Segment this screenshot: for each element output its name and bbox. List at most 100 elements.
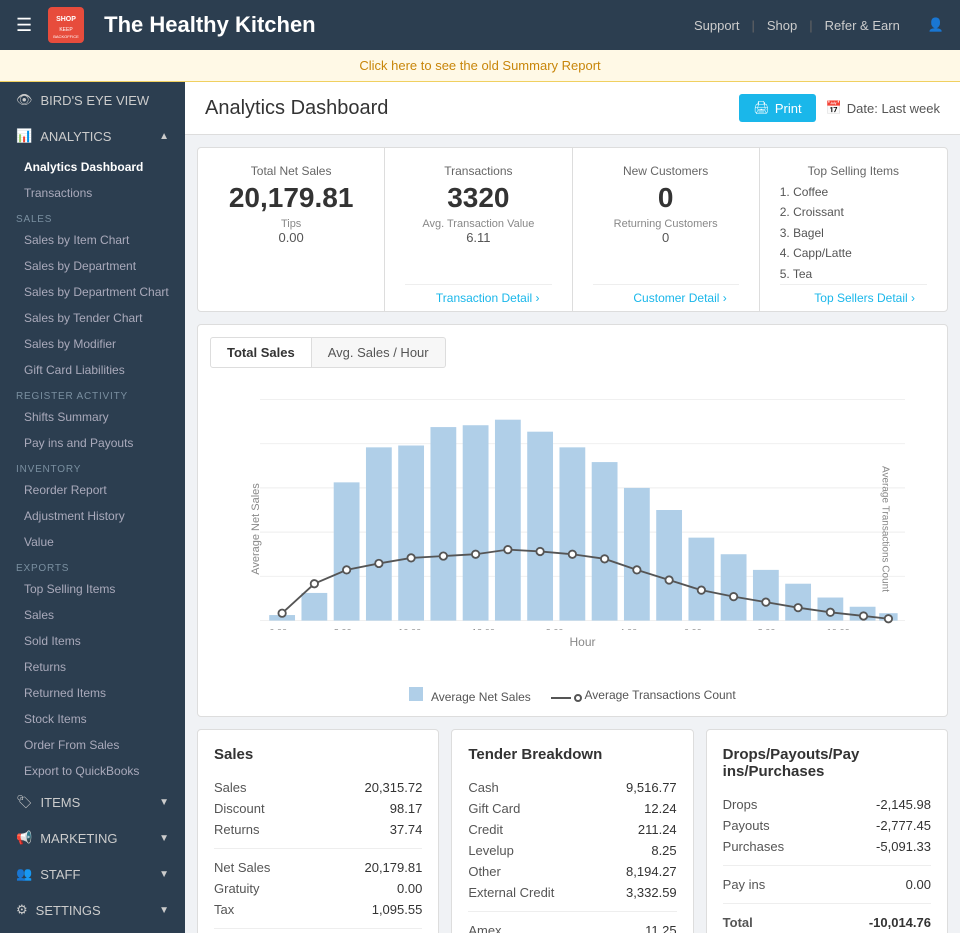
transaction-detail-link[interactable]: Transaction Detail › xyxy=(405,284,551,311)
stat-total-net-sales: Total Net Sales 20,179.81 Tips 0.00 xyxy=(198,148,385,311)
chevron-down-icon3: ▼ xyxy=(159,869,169,880)
transactions-label: Transactions xyxy=(405,164,551,178)
shopkeep-logo: SHOP KEEP BACKOFFICE xyxy=(48,7,84,43)
tips-label: Tips xyxy=(218,218,364,230)
support-link[interactable]: Support xyxy=(694,18,740,33)
sales-title: Sales xyxy=(214,746,422,763)
drops-pay-ins: Pay ins 0.00 xyxy=(723,874,931,895)
tips-value: 0.00 xyxy=(218,230,364,245)
sidebar-item-birds-eye[interactable]: 👁 BIRD'S EYE VIEW xyxy=(0,82,185,118)
sidebar-item-export-sold-items[interactable]: Sold Items xyxy=(0,628,185,654)
tab-total-sales[interactable]: Total Sales xyxy=(210,337,312,368)
svg-text:SHOP: SHOP xyxy=(56,16,76,23)
transactions-value: 3320 xyxy=(405,182,551,214)
svg-text:8:00 am: 8:00 am xyxy=(334,627,368,630)
sidebar-item-transactions[interactable]: Transactions xyxy=(0,180,185,206)
sales-row-net-sales: Net Sales 20,179.81 xyxy=(214,857,422,878)
sidebar-item-export-top-selling[interactable]: Top Selling Items xyxy=(0,576,185,602)
sidebar-item-sales-by-dept[interactable]: Sales by Department xyxy=(0,253,185,279)
sidebar-item-sales-by-modifier[interactable]: Sales by Modifier xyxy=(0,331,185,357)
refer-link[interactable]: Refer & Earn xyxy=(825,18,900,33)
sidebar-item-export-sales[interactable]: Sales xyxy=(0,602,185,628)
customer-detail-link[interactable]: Customer Detail › xyxy=(593,284,739,311)
top-seller-5: 5. Tea xyxy=(780,264,927,284)
sales-row-sales: Sales 20,315.72 xyxy=(214,777,422,798)
total-net-sales-value: 20,179.81 xyxy=(218,182,364,214)
sidebar-item-analytics[interactable]: 📊 ANALYTICS ▲ xyxy=(0,118,185,154)
sidebar-item-export-stock[interactable]: Stock Items xyxy=(0,706,185,732)
returning-customers-value: 0 xyxy=(593,230,739,245)
tender-credit: Credit 211.24 xyxy=(468,819,676,840)
legend-line-dot xyxy=(574,694,582,702)
top-seller-3: 3. Bagel xyxy=(780,223,927,243)
logo: SHOP KEEP BACKOFFICE xyxy=(48,7,84,43)
sidebar-item-settings[interactable]: ⚙ SETTINGS ▼ xyxy=(0,892,185,928)
sidebar-item-export-quickbooks[interactable]: Export to QuickBooks xyxy=(0,758,185,784)
top-seller-4: 4. Capp/Latte xyxy=(780,243,927,263)
tender-gift-card: Gift Card 12.24 xyxy=(468,798,676,819)
legend-bar-icon xyxy=(409,687,423,701)
top-sellers-list: 1. Coffee 2. Croissant 3. Bagel 4. Capp/… xyxy=(780,182,927,284)
sales-row-tax: Tax 1,095.55 xyxy=(214,899,422,920)
sidebar-item-export-order[interactable]: Order From Sales xyxy=(0,732,185,758)
y-axis-label-right: Average Transactions Count xyxy=(880,429,891,629)
new-customers-value: 0 xyxy=(593,182,739,214)
hamburger-icon[interactable]: ☰ xyxy=(16,15,32,36)
stats-row: Total Net Sales 20,179.81 Tips 0.00 Tran… xyxy=(197,147,948,312)
tender-title: Tender Breakdown xyxy=(468,746,676,763)
chevron-icon: ▲ xyxy=(159,131,169,142)
sidebar-item-payins-payouts[interactable]: Pay ins and Payouts xyxy=(0,430,185,456)
sidebar-item-items[interactable]: 🏷 ITEMS ▼ xyxy=(0,784,185,820)
svg-text:4:00 pm: 4:00 pm xyxy=(619,627,653,630)
page-title: Analytics Dashboard xyxy=(205,97,388,120)
sidebar-item-shifts-summary[interactable]: Shifts Summary xyxy=(0,404,185,430)
legend-line-icon xyxy=(551,697,571,699)
drops-drops: Drops -2,145.98 xyxy=(723,794,931,815)
returning-customers-label: Returning Customers xyxy=(593,218,739,230)
store-name: The Healthy Kitchen xyxy=(104,12,694,38)
sidebar-item-staff[interactable]: 👥 STAFF ▼ xyxy=(0,856,185,892)
legend-line-label: Average Transactions Count xyxy=(584,688,735,702)
stat-transactions: Transactions 3320 Avg. Transaction Value… xyxy=(385,148,572,311)
chart-svg: 400 300 200 100 0 80 60 40 20 0 xyxy=(260,390,905,630)
y-axis-label-left: Average Net Sales xyxy=(250,484,262,576)
sidebar-item-value[interactable]: Value xyxy=(0,529,185,555)
tender-other: Other 8,194.27 xyxy=(468,861,676,882)
bottom-data-row: Sales Sales 20,315.72 Discount 98.17 Ret… xyxy=(197,729,948,933)
tender-cash: Cash 9,516.77 xyxy=(468,777,676,798)
gear-icon: ⚙ xyxy=(16,902,28,918)
avg-transaction-value: 6.11 xyxy=(405,230,551,245)
svg-text:KEEP: KEEP xyxy=(59,27,73,33)
tab-avg-sales-hour[interactable]: Avg. Sales / Hour xyxy=(312,337,446,368)
sidebar-item-reorder[interactable]: Reorder Report xyxy=(0,477,185,503)
sales-group-label: SALES xyxy=(0,206,185,227)
main-content: Analytics Dashboard 🖨 Print 📅 Date: Last… xyxy=(185,82,960,933)
sidebar-item-sales-by-tender[interactable]: Sales by Tender Chart xyxy=(0,305,185,331)
sidebar-item-gift-card[interactable]: Gift Card Liabilities xyxy=(0,357,185,383)
stat-customers: New Customers 0 Returning Customers 0 Cu… xyxy=(573,148,760,311)
svg-text:12:00 pm: 12:00 pm xyxy=(472,627,511,630)
user-icon[interactable]: 👤 xyxy=(928,17,944,33)
printer-icon: 🖨 xyxy=(753,100,770,116)
sidebar-item-sales-by-dept-chart[interactable]: Sales by Department Chart xyxy=(0,279,185,305)
sidebar-item-marketing[interactable]: 📢 MARKETING ▼ xyxy=(0,820,185,856)
top-sellers-label: Top Selling Items xyxy=(780,164,927,178)
shop-link[interactable]: Shop xyxy=(767,18,797,33)
chart-tabs: Total Sales Avg. Sales / Hour xyxy=(210,337,935,368)
sidebar-item-adjustment[interactable]: Adjustment History xyxy=(0,503,185,529)
date-filter[interactable]: 📅 Date: Last week xyxy=(826,100,940,116)
sidebar-item-analytics-dashboard[interactable]: Analytics Dashboard xyxy=(0,154,185,180)
sidebar-item-export-returns[interactable]: Returns xyxy=(0,654,185,680)
svg-text:2:00 pm: 2:00 pm xyxy=(546,627,580,630)
megaphone-icon: 📢 xyxy=(16,830,32,846)
top-sellers-detail-link[interactable]: Top Sellers Detail › xyxy=(780,284,927,311)
sidebar-item-sales-by-item[interactable]: Sales by Item Chart xyxy=(0,227,185,253)
legend-bar-label: Average Net Sales xyxy=(431,690,531,704)
sidebar-item-export-returned[interactable]: Returned Items xyxy=(0,680,185,706)
print-button[interactable]: 🖨 Print xyxy=(739,94,815,122)
drops-purchases: Purchases -5,091.33 xyxy=(723,836,931,857)
avg-transaction-label: Avg. Transaction Value xyxy=(405,218,551,230)
old-report-banner[interactable]: Click here to see the old Summary Report xyxy=(0,50,960,82)
new-customers-label: New Customers xyxy=(593,164,739,178)
tender-card: Tender Breakdown Cash 9,516.77 Gift Card… xyxy=(451,729,693,933)
